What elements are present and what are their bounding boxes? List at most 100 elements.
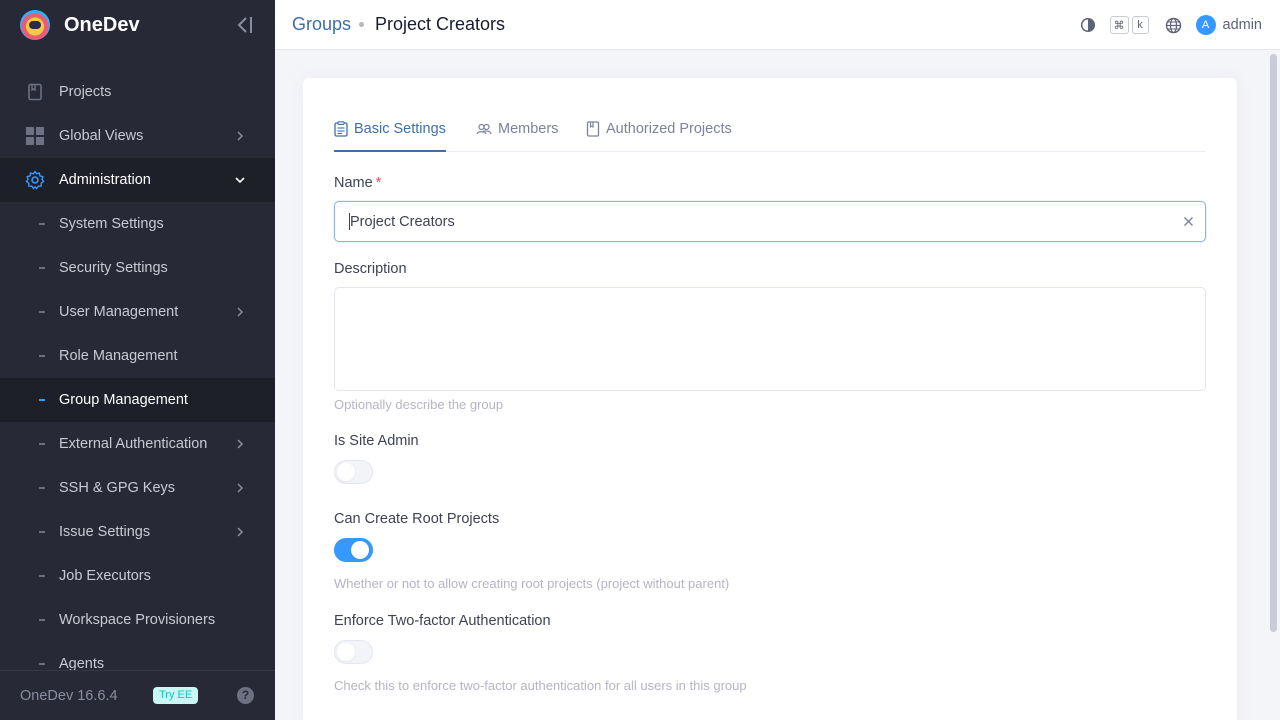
grid-icon [25,126,45,146]
name-label-text: Name [334,175,373,191]
try-ee-badge[interactable]: Try EE [153,687,199,704]
clear-icon[interactable] [1182,215,1195,228]
sidebar-item-role-management[interactable]: Role Management [0,334,275,378]
description-help: Optionally describe the group [334,397,504,412]
toggle-knob [337,463,355,481]
bullet-dash [39,443,45,445]
page-title: Project Creators [375,14,506,34]
sidebar-item-label: Administration [59,172,151,188]
bullet-dash [39,399,45,401]
create-root-projects-label: Can Create Root Projects [334,511,500,527]
sidebar-item-agents[interactable]: Agents [0,642,275,670]
shortcut-k-key[interactable]: k [1131,16,1149,34]
chevron-right-icon [237,307,244,317]
globe-icon[interactable] [1165,17,1182,34]
bullet-dash [39,267,45,269]
sidebar: OneDev Projects Global Views Administrat… [0,0,275,720]
sidebar-item-label: Agents [59,656,105,670]
sidebar-item-administration[interactable]: Administration [0,158,275,202]
bullet-dash [39,619,45,621]
toggle-knob [351,541,369,559]
sidebar-nav: Projects Global Views Administration Sys… [0,70,275,670]
sidebar-item-label: External Authentication [59,436,208,452]
bullet-dash [39,223,45,225]
site-admin-toggle[interactable] [334,460,373,484]
bullet-dash [39,531,45,533]
sidebar-item-label: Role Management [59,348,178,364]
tab-label: Authorized Projects [606,121,732,137]
bullet-dash [39,575,45,577]
breadcrumb-separator [359,22,364,27]
sidebar-item-projects[interactable]: Projects [0,70,275,114]
sidebar-item-user-management[interactable]: User Management [0,290,275,334]
page-scrollbar[interactable] [1267,50,1280,720]
sidebar-item-label: System Settings [59,216,164,232]
name-field[interactable]: Project Creators [334,201,1206,242]
app-name: OneDev [64,13,140,36]
two-factor-label: Enforce Two-factor Authentication [334,613,551,629]
sidebar-item-security-settings[interactable]: Security Settings [0,246,275,290]
clipboard-icon [334,121,348,137]
description-label: Description [334,261,407,277]
sidebar-item-ssh-gpg-keys[interactable]: SSH & GPG Keys [0,466,275,510]
gear-icon [25,170,45,190]
chevron-right-icon [237,483,244,493]
projects-icon [586,121,600,137]
sidebar-item-label: Security Settings [59,260,168,276]
sidebar-item-global-views[interactable]: Global Views [0,114,275,158]
avatar[interactable]: A [1195,15,1216,35]
projects-icon [25,82,45,102]
bullet-dash [39,355,45,357]
sidebar-item-label: Group Management [59,392,188,408]
collapse-sidebar-icon[interactable] [232,13,256,37]
sidebar-item-external-authentication[interactable]: External Authentication [0,422,275,466]
chevron-right-icon [237,131,244,141]
group-settings-card: Basic Settings Members Authorized Projec… [303,78,1237,720]
sidebar-item-system-settings[interactable]: System Settings [0,202,275,246]
version-label: OneDev 16.6.4 [20,687,118,704]
name-label: Name * [334,175,381,191]
sidebar-item-group-management[interactable]: Group Management [0,378,275,422]
chevron-down-icon [235,177,245,184]
username[interactable]: admin [1223,17,1263,33]
sidebar-item-label: SSH & GPG Keys [59,480,176,496]
sidebar-item-job-executors[interactable]: Job Executors [0,554,275,598]
sidebar-footer: OneDev 16.6.4 Try EE ? [0,670,275,720]
sidebar-item-label: Projects [59,84,112,100]
sidebar-item-label: User Management [59,304,179,320]
theme-toggle-icon[interactable] [1080,17,1096,33]
topbar-actions: ⌘ k A admin [1080,14,1263,36]
sidebar-item-label: Global Views [59,128,144,144]
tab-label: Basic Settings [354,121,446,137]
tab-members[interactable]: Members [476,118,558,152]
sidebar-item-label: Workspace Provisioners [59,612,216,628]
tab-basic-settings[interactable]: Basic Settings [334,118,446,152]
sidebar-item-label: Job Executors [59,568,151,584]
scrollbar-thumb[interactable] [1270,54,1277,632]
tab-label: Members [498,121,559,137]
site-admin-label: Is Site Admin [334,433,419,449]
name-value: Project Creators [350,213,455,230]
sidebar-item-label: Issue Settings [59,524,151,540]
bullet-dash [39,663,45,665]
onedev-logo-icon [20,10,50,40]
sidebar-item-issue-settings[interactable]: Issue Settings [0,510,275,554]
bullet-dash [39,487,45,489]
create-root-projects-help: Whether or not to allow creating root pr… [334,576,730,591]
description-field[interactable] [334,287,1206,391]
two-factor-help: Check this to enforce two-factor authent… [334,678,747,693]
brand[interactable]: OneDev [0,0,275,50]
help-icon[interactable]: ? [237,687,254,704]
chevron-right-icon [237,439,244,449]
toggle-knob [337,643,355,661]
two-factor-toggle[interactable] [334,640,373,664]
bullet-dash [39,311,45,313]
tabs: Basic Settings Members Authorized Projec… [334,118,1206,152]
tab-authorized-projects[interactable]: Authorized Projects [586,118,732,152]
users-icon [476,123,492,135]
shortcut-cmd-key[interactable]: ⌘ [1109,16,1129,34]
sidebar-item-workspace-provisioners[interactable]: Workspace Provisioners [0,598,275,642]
breadcrumb-groups-link[interactable]: Groups [292,14,351,35]
create-root-projects-toggle[interactable] [334,538,373,562]
chevron-right-icon [237,527,244,537]
